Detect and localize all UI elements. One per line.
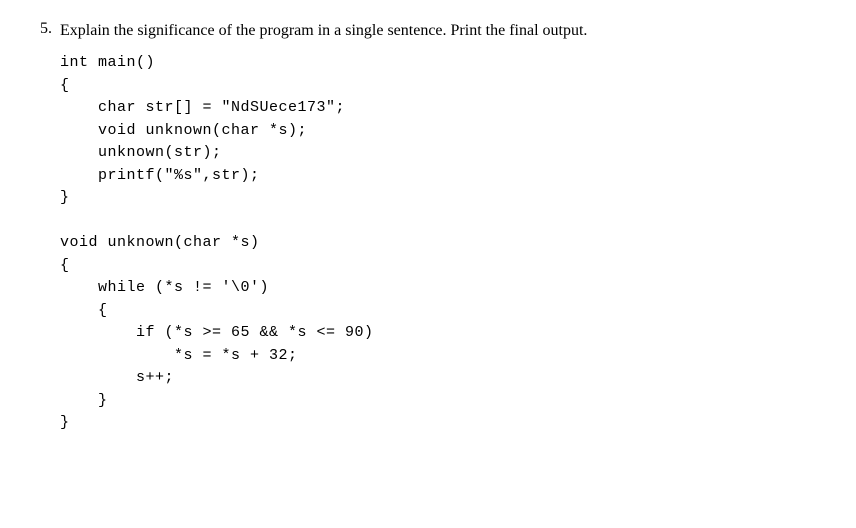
code-line: } [60,392,108,409]
code-line: *s = *s + 32; [60,347,298,364]
code-line: void unknown(char *s); [60,122,307,139]
code-line: } [60,414,70,431]
code-line: char str[] = "NdSUece173"; [60,99,345,116]
code-line: } [60,189,70,206]
code-line: int main() [60,54,155,71]
code-line: s++; [60,369,174,386]
code-line: { [60,257,70,274]
question-container: 5. Explain the significance of the progr… [40,20,816,435]
code-line: void unknown(char *s) [60,234,260,251]
question-content: Explain the significance of the program … [60,20,816,435]
question-number: 5. [40,20,52,38]
code-line: printf("%s",str); [60,167,260,184]
code-line: unknown(str); [60,144,222,161]
code-line: if (*s >= 65 && *s <= 90) [60,324,374,341]
code-line: while (*s != '\0') [60,279,269,296]
code-line: { [60,77,70,94]
code-block: int main() { char str[] = "NdSUece173"; … [60,52,816,435]
code-line: { [60,302,108,319]
question-prompt: Explain the significance of the program … [60,20,816,42]
